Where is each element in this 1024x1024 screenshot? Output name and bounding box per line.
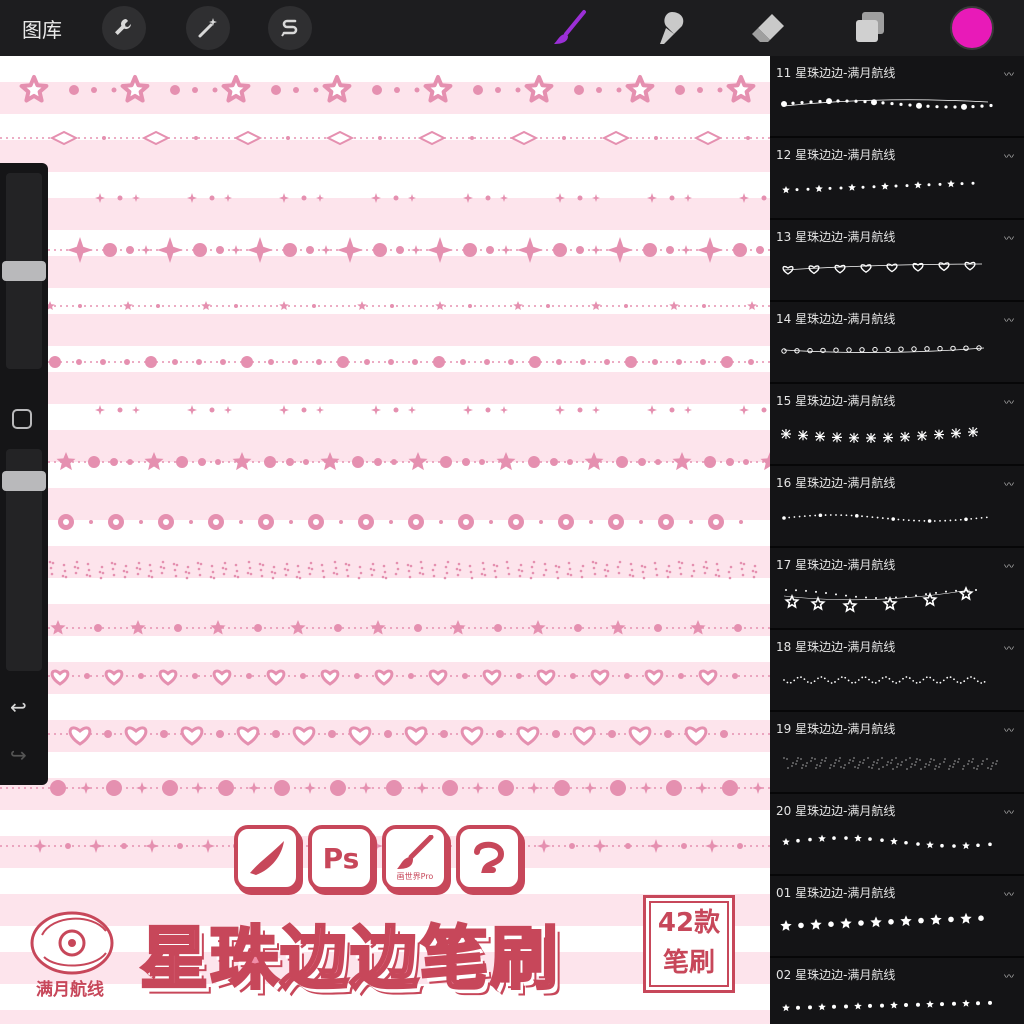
brush-stroke-icon: 〰	[1004, 726, 1014, 737]
brush-stroke-row	[0, 452, 770, 471]
brush-size-track[interactable]	[2, 173, 46, 369]
brush-item[interactable]: 19 星珠边边-满月航线 〰	[770, 712, 1024, 794]
brush-item[interactable]: 18 星珠边边-满月航线 〰	[770, 630, 1024, 712]
redo-icon[interactable]: ↪	[10, 743, 27, 767]
brush-name: 18 星珠边边-满月航线	[776, 640, 896, 654]
brush-preview-stroke	[782, 513, 988, 523]
brush-stroke-row	[48, 560, 758, 580]
brush-name: 02 星珠边边-满月航线	[776, 968, 896, 982]
brush-stroke-row	[0, 130, 770, 146]
eraser-icon[interactable]	[746, 6, 790, 50]
brush-name: 01 星珠边边-满月航线	[776, 886, 896, 900]
brush-preview-stroke	[781, 98, 993, 110]
brush-item[interactable]: 15 星珠边边-满月航线 〰	[770, 384, 1024, 466]
wrench-icon[interactable]	[102, 6, 146, 50]
brush-preview-stroke	[783, 757, 998, 770]
brush-preview-stroke	[782, 999, 992, 1012]
brush-name: 15 星珠边边-满月航线	[776, 394, 896, 408]
brush-item[interactable]: 01 星珠边边-满月航线 〰	[770, 876, 1024, 958]
brush-preview-stroke	[782, 180, 975, 194]
brush-name: 19 星珠边边-满月航线	[776, 722, 896, 736]
brush-stroke-icon: 〰	[1004, 398, 1014, 409]
brush-stroke-row	[0, 669, 770, 686]
brush-item[interactable]: 16 星珠边边-满月航线 〰	[770, 466, 1024, 548]
smudge-icon[interactable]	[650, 6, 694, 50]
brush-stroke-icon: 〰	[1004, 70, 1014, 81]
promo-banner: Ps 画世界Pro 满月航线 星珠边边笔刷 42款 笔刷	[0, 815, 770, 1024]
brush-item[interactable]: 12 星珠边边-满月航线 〰	[770, 138, 1024, 220]
brush-stroke-row	[0, 301, 770, 310]
brush-stroke-icon: 〰	[1004, 562, 1014, 573]
clip-studio-app-icon	[456, 825, 522, 891]
brush-stroke-row	[0, 726, 770, 746]
brush-stroke-row	[0, 237, 770, 263]
brush-icon[interactable]	[548, 6, 592, 50]
brush-stroke-icon: 〰	[1004, 972, 1014, 983]
promo-title: 星珠边边笔刷	[138, 919, 561, 1001]
brush-name: 13 星珠边边-满月航线	[776, 230, 896, 244]
brush-stroke-icon: 〰	[1004, 234, 1014, 245]
badge-label: 笔刷	[662, 948, 715, 978]
brush-stroke-icon: 〰	[1004, 152, 1014, 163]
brush-preview-stroke	[782, 834, 992, 850]
brush-stroke-icon: 〰	[1004, 316, 1014, 327]
brush-name: 11 星珠边边-满月航线	[776, 66, 896, 80]
huashijie-app-icon: 画世界Pro	[382, 825, 448, 891]
brush-stroke-row	[56, 193, 767, 208]
color-swatch[interactable]	[950, 6, 994, 50]
photoshop-app-icon: Ps	[308, 825, 374, 891]
brush-preview-stroke	[780, 912, 984, 931]
count-badge: 42款 笔刷	[643, 895, 735, 993]
brand-logo-label: 满月航线	[36, 980, 104, 1000]
procreate-app-icon	[234, 825, 300, 891]
badge-count: 42款	[657, 908, 721, 938]
top-toolbar: 图库	[0, 0, 1024, 56]
brush-stroke-icon: 〰	[1004, 644, 1014, 655]
brush-preview-stroke	[782, 261, 983, 275]
brush-item[interactable]: 17 星珠边边-满月航线 〰	[770, 548, 1024, 630]
selection-icon[interactable]	[268, 6, 312, 50]
brush-item[interactable]: 13 星珠边边-满月航线 〰	[770, 220, 1024, 302]
sidebar: ↩ ↪	[0, 163, 48, 785]
opacity-slider[interactable]	[2, 471, 46, 491]
brush-stroke-icon: 〰	[1004, 808, 1014, 819]
undo-icon[interactable]: ↩	[10, 695, 27, 719]
brush-item[interactable]: 14 星珠边边-满月航线 〰	[770, 302, 1024, 384]
brush-size-slider[interactable]	[2, 261, 46, 281]
modify-button[interactable]	[12, 409, 32, 429]
gallery-button[interactable]: 图库	[22, 14, 62, 43]
opacity-track[interactable]	[2, 449, 46, 671]
brush-stroke-icon: 〰	[1004, 480, 1014, 491]
brush-stroke-row	[56, 405, 767, 420]
brush-stroke-row	[0, 780, 770, 796]
brush-item[interactable]: 02 星珠边边-满月航线 〰	[770, 958, 1024, 1024]
brush-name: 16 星珠边边-满月航线	[776, 476, 896, 490]
brush-name: 12 星珠边边-满月航线	[776, 148, 896, 162]
brush-name: 17 星珠边边-满月航线	[776, 558, 896, 572]
brand-logo: 满月航线	[22, 895, 132, 1005]
brush-preview-stroke	[783, 585, 977, 613]
brush-stroke-icon: 〰	[1004, 890, 1014, 901]
brush-preview-stroke	[783, 676, 986, 684]
brush-name: 14 星珠边边-满月航线	[776, 312, 896, 326]
brush-preview-stroke	[781, 426, 978, 443]
brush-item[interactable]: 20 星珠边边-满月航线 〰	[770, 794, 1024, 876]
magic-wand-icon[interactable]	[186, 6, 230, 50]
brush-library-panel: 11 星珠边边-满月航线〰 12 星珠边边-满月航线〰 13 星珠边边-满月航线〰 1…	[770, 56, 1024, 1024]
brush-preview-stroke	[781, 345, 985, 354]
layers-icon[interactable]	[848, 6, 892, 50]
brush-item[interactable]: 11 星珠边边-满月航线 〰	[770, 56, 1024, 138]
brush-name: 20 星珠边边-满月航线	[776, 804, 896, 818]
